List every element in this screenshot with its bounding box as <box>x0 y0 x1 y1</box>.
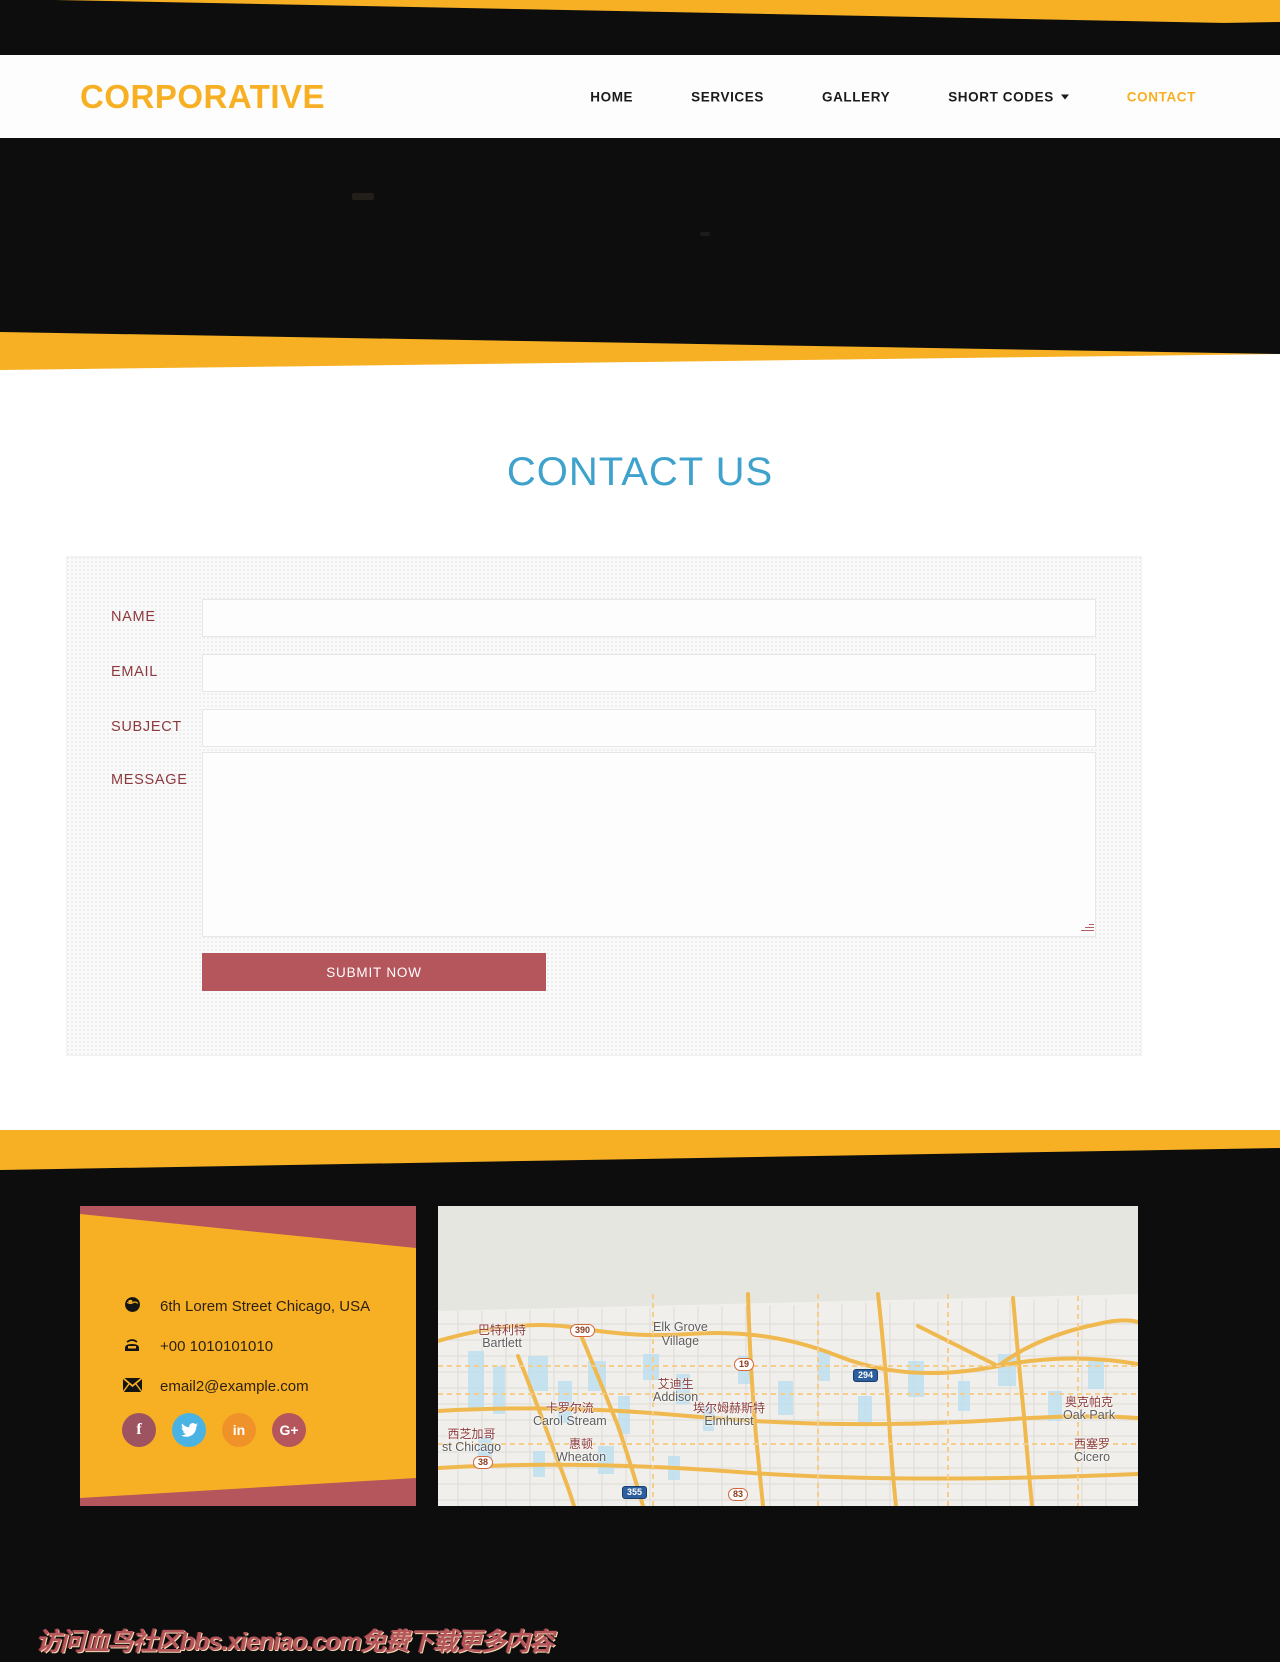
map-label-elk-grove: Elk Grove Village <box>653 1320 708 1348</box>
twitter-icon[interactable] <box>172 1413 206 1447</box>
interstate-shield-294: 294 <box>853 1369 879 1382</box>
nav-item-short-codes[interactable]: SHORT CODES <box>948 89 1069 104</box>
map-label-west-chicago: 西芝加哥 st Chicago <box>442 1428 501 1454</box>
email-input[interactable] <box>202 654 1096 692</box>
nav-label-contact: CONTACT <box>1126 89 1196 104</box>
hero-banner <box>0 138 1280 378</box>
chevron-down-icon <box>1060 94 1069 99</box>
social-links: f in G+ <box>122 1413 306 1447</box>
info-email-text: email2@example.com <box>160 1377 309 1395</box>
googleplus-glyph: G+ <box>279 1422 299 1438</box>
map-label-cn: 埃尔姆赫斯特 <box>693 1401 766 1415</box>
map-label-oak-park: 奥克帕克 Oak Park <box>1063 1396 1115 1422</box>
footer-yellow-diagonal <box>0 1130 1280 1170</box>
info-phone-row: +00 1010101010 <box>122 1326 402 1366</box>
brand-logo[interactable]: CORPORATIVE <box>80 78 325 116</box>
subject-input[interactable] <box>202 709 1096 747</box>
label-subject: SUBJECT <box>111 719 182 735</box>
map-label-cn: 西芝加哥 <box>447 1427 496 1441</box>
info-card-bottom-accent <box>80 1478 416 1506</box>
nav-item-services[interactable]: SERVICES <box>691 89 764 104</box>
contact-info-list: 6th Lorem Street Chicago, USA +00 101010… <box>121 1286 402 1406</box>
hero-artifact-one <box>352 193 374 200</box>
contact-form-panel: NAME EMAIL SUBJECT MESSAGE SUBMIT NOW <box>66 556 1142 1056</box>
submit-button[interactable]: SUBMIT NOW <box>202 953 546 991</box>
map-label-cn: 巴特利特 <box>478 1323 527 1337</box>
map-canvas <box>438 1206 1138 1506</box>
map-label-en: Addison <box>653 1389 699 1404</box>
linkedin-glyph: in <box>232 1422 246 1438</box>
linkedin-icon[interactable]: in <box>222 1413 256 1447</box>
info-address-row: 6th Lorem Street Chicago, USA <box>122 1286 402 1326</box>
label-name: NAME <box>111 609 156 625</box>
top-decor-strip <box>0 0 1280 55</box>
map-label-cn: 惠顿 <box>569 1437 594 1451</box>
watermark-text: 访问血鸟社区bbs.xieniao.com免费下载更多内容 <box>36 1628 554 1656</box>
info-address-text: 6th Lorem Street Chicago, USA <box>160 1297 371 1315</box>
globe-icon <box>122 1296 142 1316</box>
map-label-en: Cicero <box>1074 1449 1111 1464</box>
message-textarea[interactable] <box>202 752 1096 937</box>
label-email: EMAIL <box>111 664 159 680</box>
map-label-en: Bartlett <box>482 1335 522 1350</box>
page-title: CONTACT US <box>506 450 774 494</box>
nav-label-short-codes: SHORT CODES <box>948 89 1054 104</box>
label-message: MESSAGE <box>111 772 188 788</box>
site-header: CORPORATIVE HOME SERVICES GALLERY SHORT … <box>0 55 1280 138</box>
route-shield-19: 19 <box>734 1358 755 1371</box>
map-label-carol-stream: 卡罗尔流 Carol Stream <box>533 1402 607 1428</box>
info-email-row: email2@example.com <box>121 1366 402 1406</box>
map-label-cn: 奥克帕克 <box>1065 1395 1114 1409</box>
phone-icon <box>122 1337 142 1355</box>
map-label-en: Wheaton <box>556 1449 607 1464</box>
name-input[interactable] <box>202 599 1096 637</box>
map-label-addison: 艾迪生 Addison <box>653 1378 698 1404</box>
map-label-cicero: 西塞罗 Cicero <box>1074 1438 1110 1464</box>
map-label-cn: 卡罗尔流 <box>545 1401 594 1415</box>
map-label-en: Elmhurst <box>704 1413 754 1428</box>
map-label-en: Elk Grove <box>653 1320 708 1334</box>
map-label-bartlett: 巴特利特 Bartlett <box>478 1324 526 1350</box>
map-label-cn: 西塞罗 <box>1074 1437 1111 1451</box>
route-shield-83: 83 <box>728 1488 749 1501</box>
route-shield-390: 390 <box>570 1324 596 1337</box>
nav-item-contact[interactable]: CONTACT <box>1127 89 1196 104</box>
nav-label-gallery: GALLERY <box>821 89 891 104</box>
map-label-en: Carol Stream <box>533 1413 607 1428</box>
hero-artifact-two <box>700 232 710 236</box>
route-shield-38: 38 <box>473 1456 494 1469</box>
nav-label-services: SERVICES <box>691 89 764 104</box>
map-label-en: Village <box>661 1333 700 1348</box>
facebook-glyph: f <box>136 1421 142 1438</box>
interstate-shield-355: 355 <box>622 1486 648 1499</box>
contact-info-card: 6th Lorem Street Chicago, USA +00 101010… <box>80 1206 416 1506</box>
nav-item-gallery[interactable]: GALLERY <box>822 89 890 104</box>
envelope-icon <box>121 1376 143 1395</box>
main-navigation: HOME SERVICES GALLERY SHORT CODES CONTAC… <box>590 89 1196 104</box>
location-map[interactable]: 巴特利特 Bartlett Elk Grove Village 艾迪生 Addi… <box>438 1206 1138 1506</box>
nav-label-home: HOME <box>590 89 634 104</box>
map-label-en: Oak Park <box>1063 1407 1116 1422</box>
info-phone-text: +00 1010101010 <box>160 1337 274 1355</box>
nav-item-home[interactable]: HOME <box>590 89 633 104</box>
map-label-wheaton: 惠顿 Wheaton <box>556 1438 606 1464</box>
contact-section: CONTACT US NAME EMAIL SUBJECT MESSAGE SU… <box>0 378 1280 1130</box>
site-footer: 6th Lorem Street Chicago, USA +00 101010… <box>0 1130 1280 1662</box>
map-label-cn: 艾迪生 <box>657 1377 694 1391</box>
facebook-icon[interactable]: f <box>122 1413 156 1447</box>
googleplus-icon[interactable]: G+ <box>272 1413 306 1447</box>
map-label-en: st Chicago <box>442 1439 502 1454</box>
info-card-top-accent <box>80 1206 416 1248</box>
map-label-elmhurst: 埃尔姆赫斯特 Elmhurst <box>693 1402 765 1428</box>
